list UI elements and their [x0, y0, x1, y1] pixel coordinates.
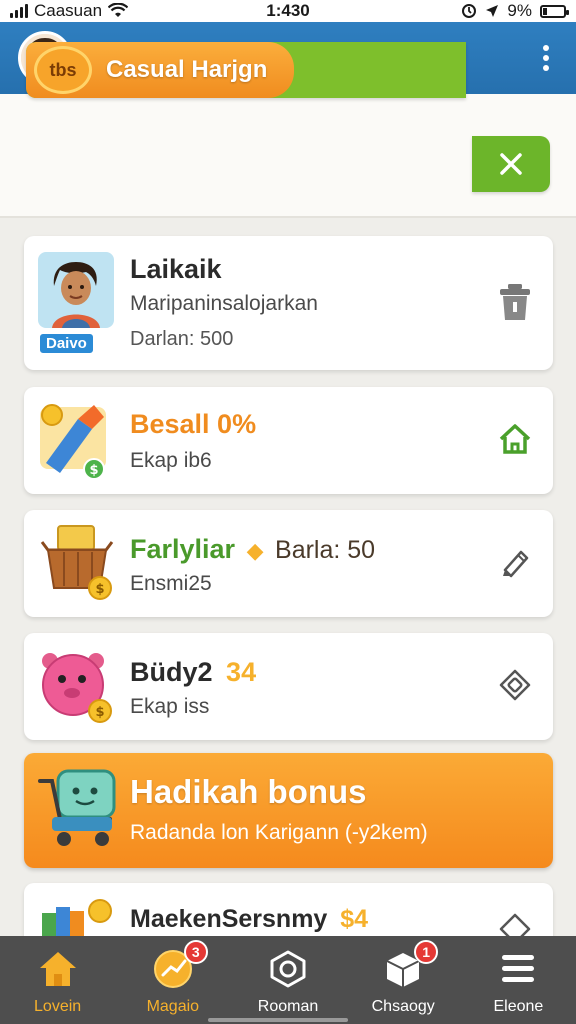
battery-icon — [540, 4, 569, 18]
trash-icon — [500, 284, 530, 320]
nav-label: Eleone — [493, 998, 544, 1015]
nav-item-home[interactable]: Lovein — [0, 936, 115, 1024]
more-options-icon[interactable] — [534, 45, 558, 71]
nav-item-chsaogy[interactable]: 1 Chsaogy — [346, 936, 461, 1024]
tag-label: Daivo — [38, 332, 95, 355]
status-time: 1:430 — [266, 1, 310, 20]
alarm-icon — [462, 4, 477, 18]
nav-item-eleone[interactable]: Eleone — [461, 936, 576, 1024]
bonus-card[interactable]: Hadikah bonus Radanda lon Karigann (-y2k… — [24, 753, 553, 868]
nav-label: Magaio — [146, 998, 200, 1015]
signal-icon — [10, 4, 28, 18]
bonus-subtitle: Radanda lon Karigann (-y2kem) — [130, 821, 428, 844]
bottom-nav: Lovein 3 Magaio Rooman 1 Chsaogy Eleone — [0, 936, 576, 1024]
nav-label: Rooman — [257, 998, 319, 1015]
cart-icon — [36, 767, 122, 858]
tag-action-button[interactable] — [495, 665, 535, 705]
edit-button[interactable] — [495, 542, 535, 582]
card-title: Farlyliar ◆ Barla: 50 — [130, 534, 375, 565]
close-banner-button[interactable] — [472, 136, 550, 192]
target-icon — [267, 948, 309, 990]
card-title-text: Farlyliar — [130, 534, 236, 564]
location-icon — [486, 5, 499, 17]
list-item[interactable]: Daivo Laikaik Maripaninsalojarkan Darlan… — [24, 236, 553, 370]
list-item[interactable]: $ Büdy2 34 Ekap iss — [24, 633, 553, 740]
card-title-text: Büdy2 — [130, 657, 213, 687]
wifi-icon — [108, 3, 129, 17]
banner-badge-icon: tbs — [34, 46, 92, 94]
home-icon — [499, 424, 531, 454]
card-subtitle: Ensmi25 — [130, 572, 212, 595]
card-title: MaekenSersnmy $4 — [130, 905, 368, 934]
status-bar: Caasuan 1:430 9% — [0, 0, 576, 22]
status-right: 9% — [366, 1, 569, 21]
nav-item-rooman[interactable]: Rooman — [230, 936, 345, 1024]
svg-text:$: $ — [95, 705, 104, 720]
notification-badge: 3 — [183, 940, 208, 964]
carrier-name: Caasuan — [34, 1, 103, 20]
card-subtitle: Ekap ib6 — [130, 449, 212, 472]
svg-text:$: $ — [89, 463, 98, 478]
home-indicator — [208, 1018, 348, 1022]
tag-icon — [499, 669, 531, 701]
menu-icon — [497, 948, 539, 990]
svg-text:$: $ — [95, 582, 104, 597]
box-icon: 1 — [382, 940, 439, 990]
list-item[interactable]: $ Farlyliar ◆ Barla: 50 Ensmi25 — [24, 510, 553, 617]
ticket-icon: $ — [38, 399, 114, 484]
card-title: Besall 0% — [130, 409, 257, 439]
card-subtitle: Ekap iss — [130, 695, 210, 718]
pig-icon: $ — [38, 647, 118, 732]
card-title-extra: Barla: 50 — [275, 536, 376, 564]
notification-badge: 1 — [414, 940, 439, 964]
progress-banner[interactable]: tbs Casual Harjgn — [26, 42, 466, 98]
card-title: Laikaik — [130, 254, 222, 284]
home-action-button[interactable] — [495, 419, 535, 459]
person-avatar-icon — [38, 252, 114, 333]
card-meta: Darlan: 500 — [130, 328, 234, 350]
nav-label: Lovein — [34, 998, 82, 1015]
diamond-icon: ◆ — [246, 538, 264, 563]
status-left: Caasuan — [10, 1, 210, 21]
bonus-title: Hadikah bonus — [130, 773, 367, 810]
nav-label: Chsaogy — [371, 998, 435, 1015]
card-title-extra: 34 — [226, 657, 257, 687]
banner-label: Casual Harjgn — [106, 56, 268, 83]
delete-button[interactable] — [495, 282, 535, 322]
basket-icon: $ — [38, 522, 118, 607]
battery-percent: 9% — [507, 1, 532, 20]
close-icon — [500, 153, 522, 175]
home-icon — [37, 948, 79, 990]
coin-icon: 3 — [152, 940, 208, 990]
edit-icon — [503, 550, 529, 578]
card-title: Büdy2 34 — [130, 657, 256, 688]
card-subtitle: Maripaninsalojarkan — [130, 292, 318, 315]
list-item[interactable]: $ Besall 0% Ekap ib6 — [24, 387, 553, 494]
nav-item-magaio[interactable]: 3 Magaio — [115, 936, 230, 1024]
card-title-extra: $4 — [340, 905, 369, 933]
card-title-text: MaekenSersnmy — [130, 905, 328, 933]
